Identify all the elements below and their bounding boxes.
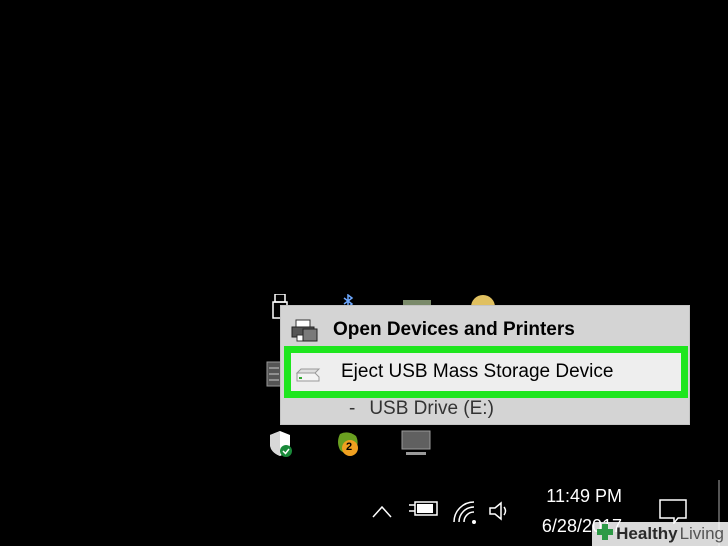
chevron-up-icon[interactable] [371, 502, 393, 520]
printer-icon [289, 317, 319, 343]
plus-icon [596, 523, 614, 546]
usb-context-menu: Open Devices and Printers Eject USB Mass… [280, 305, 690, 425]
watermark-part2: Living [679, 524, 724, 543]
usb-drive-label: USB Drive (E:) [369, 398, 494, 419]
defender-shield-icon[interactable] [268, 430, 294, 458]
power-plug-icon[interactable] [407, 499, 439, 521]
eject-usb-menu-item[interactable]: Eject USB Mass Storage Device [284, 346, 688, 398]
clock-time[interactable]: 11:49 PM [520, 486, 622, 507]
usb-drive-item[interactable]: - USB Drive (E:) [281, 394, 689, 424]
network-monitor-icon[interactable] [400, 430, 432, 458]
updates-badge-icon[interactable]: 2 [334, 430, 364, 460]
usb-drive-icon [293, 359, 323, 385]
volume-icon[interactable] [488, 500, 512, 522]
watermark-part1: Healthy [616, 524, 678, 543]
update-count-badge: 2 [346, 441, 353, 453]
wifi-icon[interactable] [452, 500, 478, 524]
open-devices-menu-item[interactable]: Open Devices and Printers [281, 312, 689, 348]
watermark: Healthy Living [592, 522, 728, 546]
drive-prefix: - [349, 398, 356, 419]
action-center-icon[interactable] [658, 498, 688, 526]
open-devices-label: Open Devices and Printers [333, 319, 575, 340]
eject-usb-label: Eject USB Mass Storage Device [341, 361, 614, 382]
